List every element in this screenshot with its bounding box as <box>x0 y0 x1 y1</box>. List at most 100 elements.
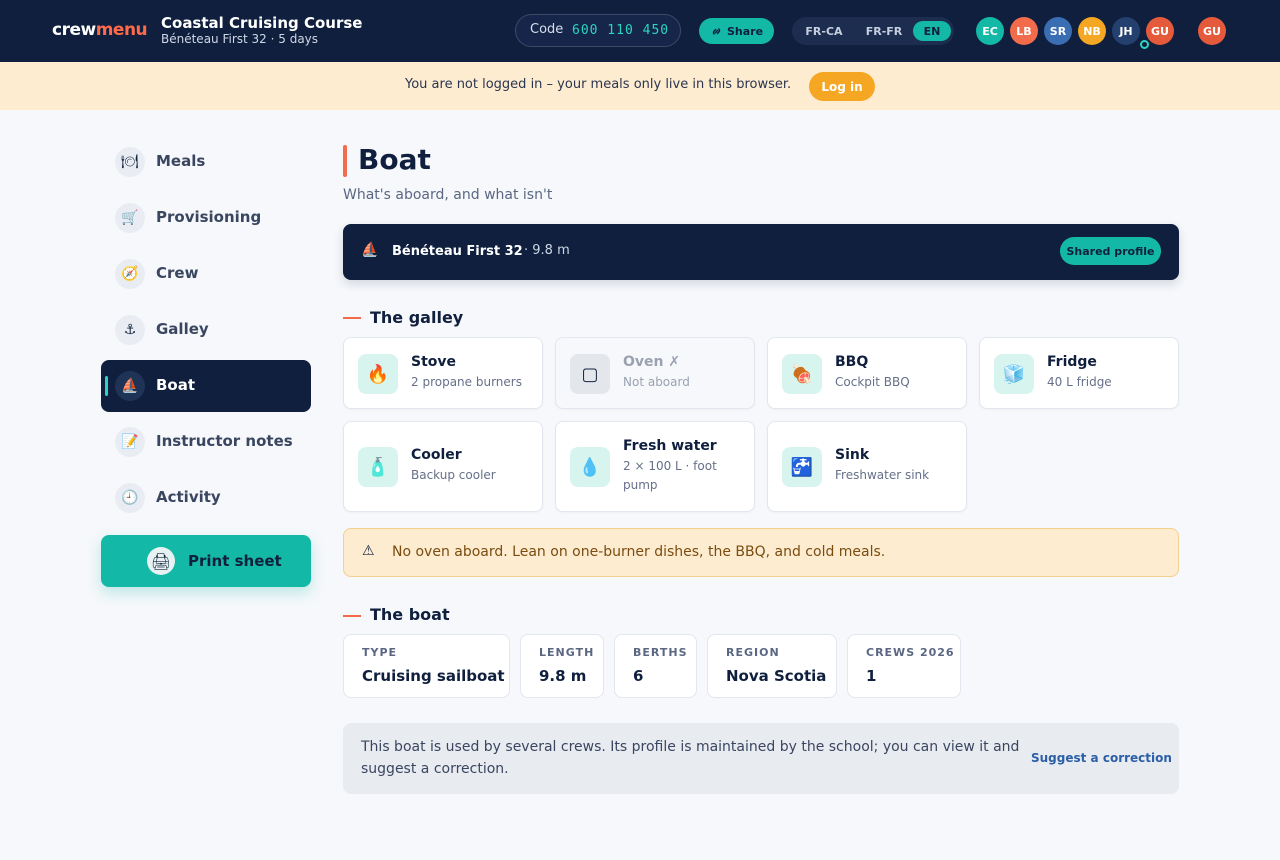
active-indicator <box>105 376 108 396</box>
galley-item-stove: 🔥 Stove 2 propane burners <box>343 337 543 409</box>
share-label: Share <box>726 24 764 38</box>
galley-item-title: Stove <box>411 354 457 370</box>
galley-item-title: Cooler <box>411 447 462 463</box>
bbq-icon: 🍖 <box>782 354 822 394</box>
warning-text: No oven aboard. Lean on one-burner dishe… <box>392 544 886 560</box>
avatar[interactable]: NB <box>1078 17 1106 45</box>
galley-item-bbq: 🍖 BBQ Cockpit BBQ <box>767 337 967 409</box>
sidebar-item-provisioning[interactable]: 🛒 Provisioning <box>101 192 311 244</box>
boat-summary: ⛵ Bénéteau First 32 · 9.8 m Shared profi… <box>343 224 1179 280</box>
print-sheet-button[interactable]: 🖨 Print sheet <box>101 535 311 587</box>
anchor-icon: ⚓ <box>115 315 145 345</box>
spec-label: LENGTH <box>539 646 595 659</box>
galley-item-subtitle: Not aboard <box>623 375 690 389</box>
boat-name: Bénéteau First 32 <box>392 244 523 259</box>
avatar[interactable]: LB <box>1010 17 1038 45</box>
section-accent <box>343 615 361 617</box>
galley-item-subtitle: Freshwater sink <box>835 468 930 482</box>
cooler-icon: 🧴 <box>358 447 398 487</box>
ice-cube-icon: 🧊 <box>994 354 1034 394</box>
avatar[interactable]: SR <box>1044 17 1072 45</box>
section-title-boat: The boat <box>370 605 450 624</box>
oven-icon: ▢ <box>570 354 610 394</box>
spec-type: TYPE Cruising sailboat <box>343 634 510 698</box>
galley-item-subtitle: Backup cooler <box>411 468 496 482</box>
galley-item-subtitle: 40 L fridge <box>1047 375 1112 389</box>
sidebar-item-label: Meals <box>156 152 206 170</box>
galley-item-cooler: 🧴 Cooler Backup cooler <box>343 421 543 512</box>
sidebar-item-label: Instructor notes <box>156 432 293 450</box>
galley-item-sink: 🚰 Sink Freshwater sink <box>767 421 967 512</box>
spec-berths: BERTHS 6 <box>614 634 697 698</box>
sidebar-item-meals[interactable]: 🍽 Meals <box>101 136 311 188</box>
current-user-avatar[interactable]: GU <box>1198 17 1226 45</box>
shared-profile-badge[interactable]: Shared profile <box>1060 237 1161 265</box>
login-banner: You are not logged in – your meals only … <box>0 62 1280 110</box>
galley-item-oven: ▢ Oven ✗ Not aboard <box>555 337 755 409</box>
sidebar-item-boat[interactable]: ⛵ Boat <box>101 360 311 412</box>
course-subtitle: Bénéteau First 32 · 5 days <box>161 32 319 46</box>
sailboat-icon: ⛵ <box>361 242 379 258</box>
galley-item-subtitle: Cockpit BBQ <box>835 375 910 389</box>
lang-fr-ca[interactable]: FR-CA <box>798 21 850 41</box>
page-subtitle: What's aboard, and what isn't <box>343 187 553 203</box>
section-title-galley: The galley <box>370 308 464 327</box>
meals-icon: 🍽 <box>115 147 145 177</box>
title-accent <box>343 145 347 177</box>
sidebar-item-instructor-notes[interactable]: 📝 Instructor notes <box>101 416 311 468</box>
clock-icon: 🕘 <box>115 483 145 513</box>
spec-value: 6 <box>633 667 644 685</box>
share-button[interactable]: Share <box>699 18 774 44</box>
section-accent <box>343 317 361 319</box>
galley-item-title: Fridge <box>1047 354 1097 370</box>
code-value: 600 110 450 <box>572 23 670 38</box>
avatar[interactable]: GU <box>1146 17 1174 45</box>
lang-en[interactable]: EN <box>913 21 951 41</box>
spec-label: BERTHS <box>633 646 688 659</box>
galley-item-title: Oven ✗ <box>623 354 681 370</box>
spec-length: LENGTH 9.8 m <box>520 634 604 698</box>
spec-value: 9.8 m <box>539 667 587 685</box>
galley-item-title: BBQ <box>835 354 869 370</box>
suggest-correction-link[interactable]: Suggest a correction <box>1031 751 1172 765</box>
print-sheet-label: Print sheet <box>188 552 282 570</box>
avatar[interactable]: EC <box>976 17 1004 45</box>
link-icon <box>712 27 721 35</box>
sidebar-item-crew[interactable]: 🧭 Crew <box>101 248 311 300</box>
faucet-icon: 🚰 <box>782 447 822 487</box>
galley-item-subtitle: 2 × 100 L · foot pump <box>623 459 717 492</box>
fire-icon: 🔥 <box>358 354 398 394</box>
warning-icon: ⚠ <box>362 543 375 559</box>
logo[interactable]: crewmenu <box>52 20 148 40</box>
notes-icon: 📝 <box>115 427 145 457</box>
printer-icon: 🖨 <box>147 547 175 575</box>
sidebar-item-label: Galley <box>156 320 209 338</box>
avatar[interactable]: JH <box>1112 17 1140 45</box>
spec-label: TYPE <box>362 646 398 659</box>
no-oven-warning: ⚠ No oven aboard. Lean on one-burner dis… <box>343 528 1179 577</box>
spec-value: 1 <box>866 667 877 685</box>
sidebar-item-activity[interactable]: 🕘 Activity <box>101 472 311 524</box>
banner-text: You are not logged in – your meals only … <box>405 77 792 92</box>
sidebar-item-label: Activity <box>156 488 221 506</box>
info-text: This boat is used by several crews. Its … <box>361 739 1020 777</box>
sidebar-item-label: Crew <box>156 264 199 282</box>
online-indicator <box>1140 40 1149 49</box>
course-code[interactable]: Code 600 110 450 <box>515 14 681 47</box>
galley-item-title: Sink <box>835 447 870 463</box>
galley-item-subtitle: 2 propane burners <box>411 375 522 389</box>
spec-region: REGION Nova Scotia <box>707 634 837 698</box>
sailboat-icon: ⛵ <box>115 371 145 401</box>
lang-fr-fr[interactable]: FR-FR <box>856 21 912 41</box>
sidebar-item-label: Boat <box>156 376 196 394</box>
galley-item-fresh-water: 💧 Fresh water 2 × 100 L · foot pump <box>555 421 755 512</box>
top-bar: crewmenu Coastal Cruising Course Bénétea… <box>0 0 1280 62</box>
boat-length: · 9.8 m <box>524 243 570 258</box>
login-button[interactable]: Log in <box>809 72 875 101</box>
spec-label: CREWS 2026 <box>866 646 955 659</box>
page-title: Boat <box>358 143 431 176</box>
spec-value: Cruising sailboat <box>362 667 505 685</box>
shared-boat-info: This boat is used by several crews. Its … <box>343 723 1179 794</box>
sidebar-item-galley[interactable]: ⚓ Galley <box>101 304 311 356</box>
spec-value: Nova Scotia <box>726 667 827 685</box>
